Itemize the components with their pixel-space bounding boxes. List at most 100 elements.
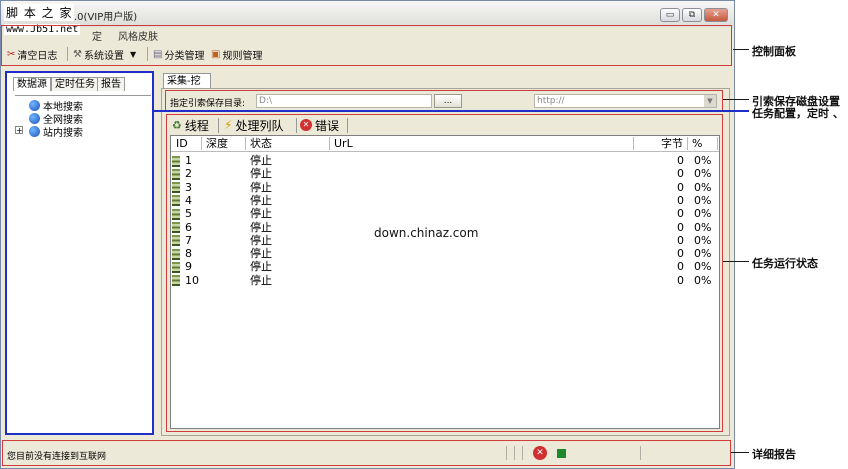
chevron-down-icon[interactable]: ▼ xyxy=(130,50,136,59)
cell-id: 10 xyxy=(185,273,199,287)
restore-button[interactable]: ⧉ xyxy=(682,8,702,22)
column-header-status[interactable]: 状态 xyxy=(246,137,330,150)
tab-divider xyxy=(218,118,219,133)
cell-status: 停止 xyxy=(250,193,272,207)
cell-bytes: 0 xyxy=(677,180,684,194)
close-button[interactable]: ✕ xyxy=(704,8,728,22)
thread-icon xyxy=(172,234,180,247)
expand-toggle[interactable]: + xyxy=(15,126,23,135)
category-icon: ▤ xyxy=(153,48,163,60)
clear-log-label: 清空日志 xyxy=(17,50,58,62)
table-row[interactable]: 4 停止 0 0% xyxy=(172,194,718,207)
cell-status: 停止 xyxy=(250,154,272,167)
cell-status: 停止 xyxy=(250,167,272,181)
tab-divider xyxy=(296,118,297,133)
tab-errors-label: 错误 xyxy=(315,118,340,133)
annotation-line xyxy=(731,452,749,453)
status-cell xyxy=(640,446,720,460)
minimize-button[interactable]: ▭ xyxy=(660,8,680,22)
status-cell xyxy=(522,446,530,460)
tab-queue-label: 处理列队 xyxy=(235,118,284,133)
table-row[interactable]: 3 停止 0 0% xyxy=(172,181,718,194)
rule-manage-button[interactable]: ▣ 规则管理 xyxy=(211,46,262,62)
cell-id: 6 xyxy=(185,220,192,234)
table-row[interactable]: 9 停止 0 0% xyxy=(172,260,718,273)
column-header-bytes[interactable]: 字节 xyxy=(634,137,688,150)
status-cell xyxy=(506,446,514,460)
annotation-task-config: 任务配置，定时 、 xyxy=(752,107,844,120)
globe-icon xyxy=(29,113,40,124)
cell-percent: 0% xyxy=(694,233,712,247)
cell-bytes: 0 xyxy=(677,193,684,207)
cell-id: 1 xyxy=(185,154,192,167)
disconnected-icon: ✕ xyxy=(533,446,547,460)
tab-scheduled-tasks[interactable]: 定时任务 xyxy=(51,77,99,91)
cell-status: 停止 xyxy=(250,220,272,234)
globe-icon xyxy=(29,100,40,111)
chevron-down-icon[interactable]: ▼ xyxy=(704,95,716,107)
column-header-url[interactable]: UrL xyxy=(330,137,634,150)
lightning-icon: ⚡ xyxy=(224,118,233,132)
column-header-percent[interactable]: % xyxy=(688,137,718,150)
toolbar-divider xyxy=(67,47,68,61)
tab-report[interactable]: 报告 xyxy=(97,77,125,91)
annotation-run-status: 任务运行状态 xyxy=(752,257,818,270)
column-header-id[interactable]: ID xyxy=(172,137,202,150)
cell-percent: 0% xyxy=(694,247,712,261)
table-row[interactable]: 10 停止 0 0% xyxy=(172,274,718,287)
watermark-logo: 脚 本 之 家 xyxy=(4,4,75,21)
cell-percent: 0% xyxy=(694,154,712,167)
url-select[interactable]: http:// xyxy=(534,94,717,108)
thread-icon xyxy=(172,194,180,207)
clear-log-button[interactable]: ✂ 清空日志 xyxy=(7,46,57,62)
tree-item-site-search[interactable]: 站内搜索 xyxy=(29,124,83,139)
column-header-depth[interactable]: 深度 xyxy=(202,137,246,150)
cell-bytes: 0 xyxy=(677,220,684,234)
tab-queue[interactable]: ⚡ 处理列队 xyxy=(224,116,283,134)
header-divider xyxy=(171,151,719,152)
cell-percent: 0% xyxy=(694,207,712,221)
cell-status: 停止 xyxy=(250,180,272,194)
browse-button[interactable]: ... xyxy=(434,94,462,108)
source-tree: 本地搜索 全网搜索 站内搜索 + xyxy=(15,95,151,431)
table-row[interactable]: 2 停止 0 0% xyxy=(172,167,718,180)
system-settings-button[interactable]: ⚒ 系统设置 ▼ xyxy=(73,46,136,62)
cell-bytes: 0 xyxy=(677,167,684,181)
left-panel: 数据源 定时任务 报告 本地搜索 全网搜索 站内搜索 + xyxy=(5,71,154,435)
cell-percent: 0% xyxy=(694,193,712,207)
cell-status: 停止 xyxy=(250,247,272,261)
cell-status: 停止 xyxy=(250,273,272,287)
cell-bytes: 0 xyxy=(677,273,684,287)
cell-id: 2 xyxy=(185,167,192,181)
cell-bytes: 0 xyxy=(677,260,684,274)
cell-status: 停止 xyxy=(250,260,272,274)
window-title: .0(VIP用户版) xyxy=(74,12,138,23)
annotation-line xyxy=(723,99,749,100)
cell-percent: 0% xyxy=(694,260,712,274)
cell-bytes: 0 xyxy=(677,154,684,167)
save-path-field[interactable]: D:\ xyxy=(256,94,432,108)
table-row[interactable]: 8 停止 0 0% xyxy=(172,247,718,260)
tab-threads-label: 线程 xyxy=(184,118,209,133)
broom-icon: ✂ xyxy=(7,48,16,60)
category-manage-label: 分类管理 xyxy=(164,50,205,62)
table-row[interactable]: 1 停止 0 0% xyxy=(172,154,718,167)
thread-icon xyxy=(172,247,180,260)
thread-icon xyxy=(172,274,180,287)
category-manage-button[interactable]: ▤ 分类管理 xyxy=(153,46,204,62)
rules-icon: ▣ xyxy=(211,48,221,60)
index-save-row: 指定引索保存目录: D:\ ... http:// ▼ xyxy=(165,90,723,112)
tab-threads[interactable]: ♻ 线程 xyxy=(172,116,209,134)
thread-icon xyxy=(172,207,180,220)
cell-bytes: 0 xyxy=(677,207,684,221)
tab-data-source[interactable]: 数据源 xyxy=(13,77,51,91)
tab-collect-mine[interactable]: 采集-挖掘 xyxy=(163,73,211,102)
tab-errors[interactable]: ✕ 错误 xyxy=(300,116,339,134)
cell-id: 3 xyxy=(185,180,192,194)
globe-icon xyxy=(29,126,40,137)
tree-item-label: 站内搜索 xyxy=(43,128,83,139)
table-row[interactable]: 5 停止 0 0% xyxy=(172,207,718,220)
cell-percent: 0% xyxy=(694,220,712,234)
status-bar: 您目前没有连接到互联网 xyxy=(2,440,731,466)
threads-icon: ♻ xyxy=(172,118,182,132)
